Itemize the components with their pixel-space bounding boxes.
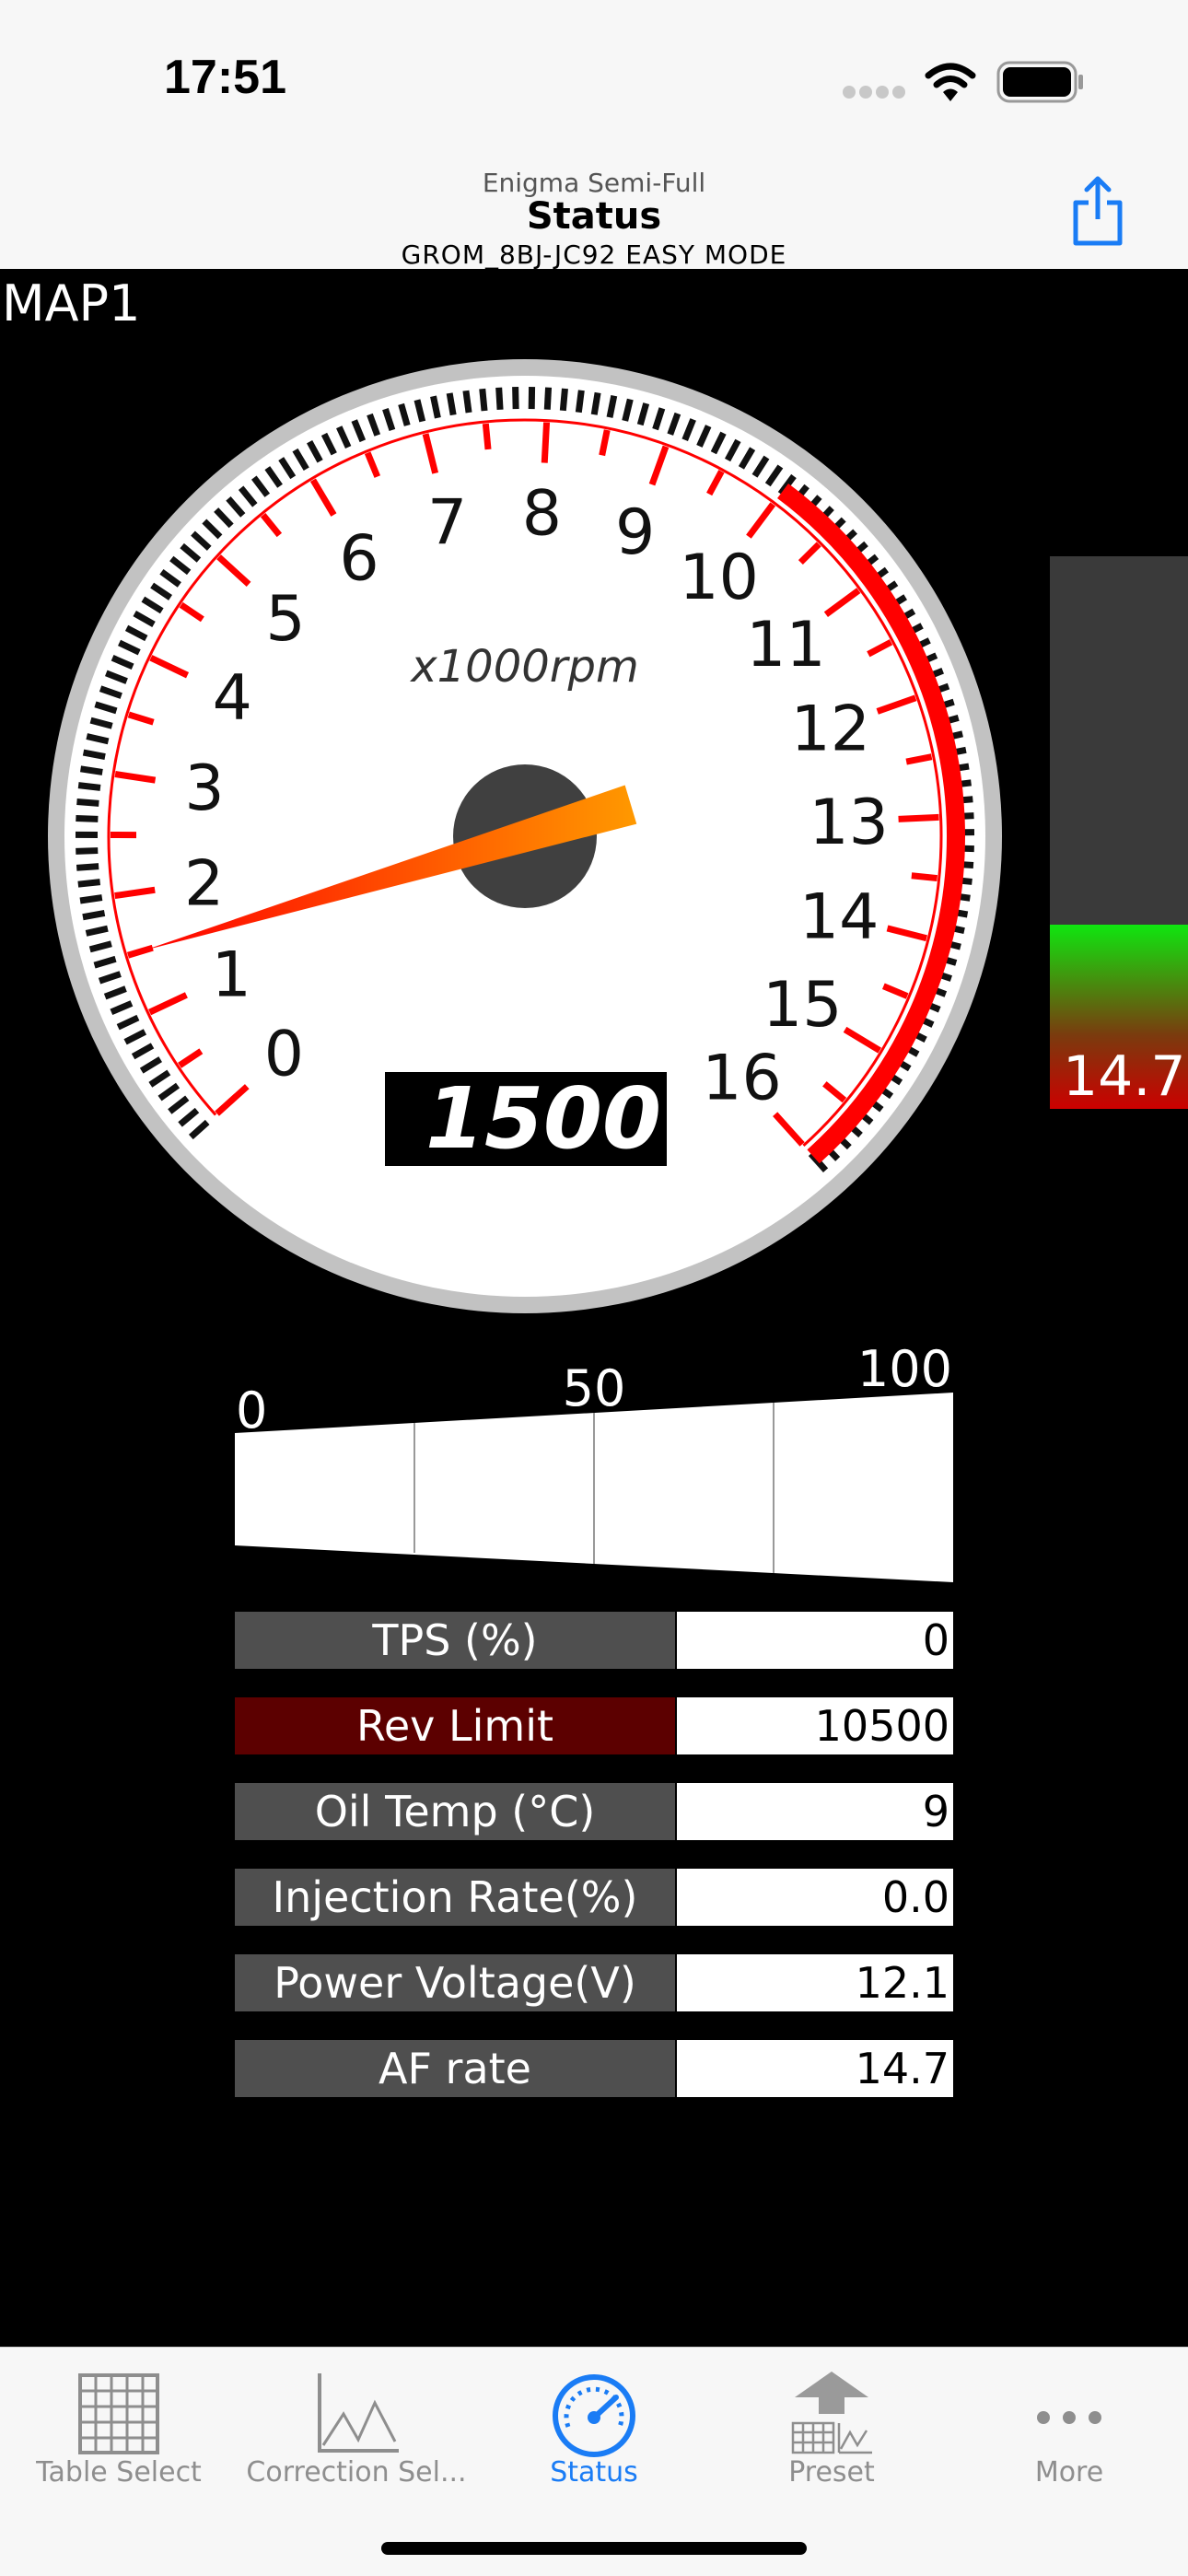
tab-more[interactable]: More — [950, 2348, 1188, 2495]
gauge-tick-label: 13 — [809, 787, 889, 859]
page-title: Status — [0, 195, 1188, 238]
preset-icon — [786, 2366, 878, 2458]
status-time: 17:51 — [164, 50, 286, 105]
map-label: MAP1 — [2, 274, 140, 332]
reading-row-rev-limit: Rev Limit 10500 — [235, 1697, 953, 1754]
gauge-tick-label: 2 — [184, 848, 224, 921]
reading-row-tps: TPS (%) 0 — [235, 1612, 953, 1669]
gauge-tick-label: 9 — [615, 496, 655, 569]
gauge-minor-tick — [83, 913, 105, 916]
gauge-minor-tick — [483, 389, 484, 411]
gauge-minor-tick — [610, 396, 614, 418]
tab-label: Table Select — [0, 2456, 238, 2489]
cellular-signal-icon — [842, 83, 906, 101]
gauge-minor-tick — [547, 388, 548, 410]
tachometer-gauge: 012345678910111213141516 x1000rpm 1500 — [46, 357, 1004, 1315]
share-button[interactable] — [1068, 175, 1127, 249]
tps-scale-label-50: 50 — [563, 1359, 626, 1417]
reading-row-oil-temp: Oil Temp (°C) 9 — [235, 1783, 953, 1840]
tps-scale-label-100: 100 — [857, 1345, 952, 1398]
tab-preset[interactable]: Preset — [713, 2348, 950, 2495]
reading-value: 9 — [677, 1783, 953, 1840]
gauge-minor-tick — [84, 752, 106, 756]
tab-label: More — [950, 2456, 1188, 2489]
gauge-tick-label: 8 — [522, 477, 562, 550]
gauge-tick-label: 12 — [791, 694, 871, 766]
af-rate-bar: 14.7 — [1050, 556, 1188, 1109]
gauge-minor-tick — [81, 769, 103, 773]
gauge-minor-tick — [76, 867, 99, 868]
af-rate-bar-value: 14.7 — [1063, 1044, 1186, 1109]
tps-scale-label-0: 0 — [236, 1381, 267, 1440]
mode-subtitle: GROM_8BJ-JC92 EASY MODE — [0, 239, 1188, 270]
gauge-tick-label: 11 — [746, 609, 826, 682]
gauge-major-tick — [912, 876, 938, 879]
gauge-major-tick — [899, 817, 939, 819]
speedometer-icon — [548, 2366, 640, 2458]
reading-label: AF rate — [235, 2040, 675, 2097]
reading-label: Oil Temp (°C) — [235, 1783, 675, 1840]
gauge-minor-tick — [578, 390, 581, 413]
home-indicator — [381, 2542, 807, 2555]
gauge-tick-label: 1 — [212, 938, 251, 1011]
reading-row-power-voltage: Power Voltage(V) 12.1 — [235, 1954, 953, 2011]
gauge-unit-label: x1000rpm — [409, 641, 639, 693]
gauge-tick-label: 6 — [339, 522, 379, 595]
gauge-minor-tick — [449, 393, 453, 415]
reading-label: TPS (%) — [235, 1612, 675, 1669]
reading-label: Rev Limit — [235, 1697, 675, 1754]
reading-value: 12.1 — [677, 1954, 953, 2011]
reading-row-injection-rate: Injection Rate(%) 0.0 — [235, 1869, 953, 1926]
reading-label: Injection Rate(%) — [235, 1869, 675, 1926]
tab-table-select[interactable]: Table Select — [0, 2348, 238, 2495]
gauge-minor-tick — [563, 389, 565, 411]
tab-correction-select[interactable]: Correction Sel... — [238, 2348, 475, 2495]
gauge-minor-tick — [516, 387, 517, 409]
tab-label: Correction Sel... — [238, 2456, 475, 2489]
table-icon — [73, 2366, 165, 2458]
rpm-readout: 1500 — [425, 1069, 661, 1168]
gauge-minor-tick — [78, 786, 100, 788]
gauge-tick-label: 16 — [702, 1043, 782, 1115]
gauge-minor-tick — [76, 818, 98, 819]
wifi-icon — [923, 59, 978, 105]
gauge-tick-label: 7 — [427, 486, 467, 559]
battery-icon — [996, 61, 1085, 103]
status-bar: 17:51 — [0, 0, 1188, 147]
share-icon — [1076, 179, 1120, 243]
tab-status[interactable]: Status — [475, 2348, 713, 2495]
gauge-minor-tick — [78, 882, 100, 885]
gauge-tick-label: 15 — [763, 969, 843, 1042]
reading-label: Power Voltage(V) — [235, 1954, 675, 2011]
reading-value: 0 — [677, 1612, 953, 1669]
tab-label: Preset — [713, 2456, 950, 2489]
gauge-tick-label: 3 — [184, 752, 224, 825]
more-icon — [1023, 2366, 1115, 2458]
gauge-tick-label: 0 — [264, 1019, 304, 1091]
reading-value: 10500 — [677, 1697, 953, 1754]
gauge-minor-tick — [80, 898, 102, 901]
reading-value: 14.7 — [677, 2040, 953, 2097]
gauge-minor-tick — [76, 851, 98, 852]
gauge-tick-label: 14 — [799, 881, 879, 954]
navigation-bar: Enigma Semi-Full Status GROM_8BJ-JC92 EA… — [0, 147, 1188, 270]
tab-label: Status — [475, 2456, 713, 2489]
gauge-tick-label: 5 — [265, 583, 305, 656]
gauge-major-tick — [544, 423, 546, 463]
gauge-minor-tick — [594, 392, 598, 414]
chart-icon — [310, 2366, 402, 2458]
gauge-tick-label: 10 — [679, 542, 759, 614]
reading-value: 0.0 — [677, 1869, 953, 1926]
app-name: Enigma Semi-Full — [0, 168, 1188, 198]
gauge-minor-tick — [76, 802, 99, 804]
gauge-tick-label: 4 — [213, 661, 252, 734]
gauge-minor-tick — [466, 390, 469, 413]
tps-bar-gauge: 0 50 100 — [230, 1345, 967, 1593]
gauge-minor-tick — [499, 388, 500, 410]
gauge-minor-tick — [433, 396, 437, 417]
gauge-major-tick — [485, 424, 488, 449]
reading-row-af-rate: AF rate 14.7 — [235, 2040, 953, 2097]
